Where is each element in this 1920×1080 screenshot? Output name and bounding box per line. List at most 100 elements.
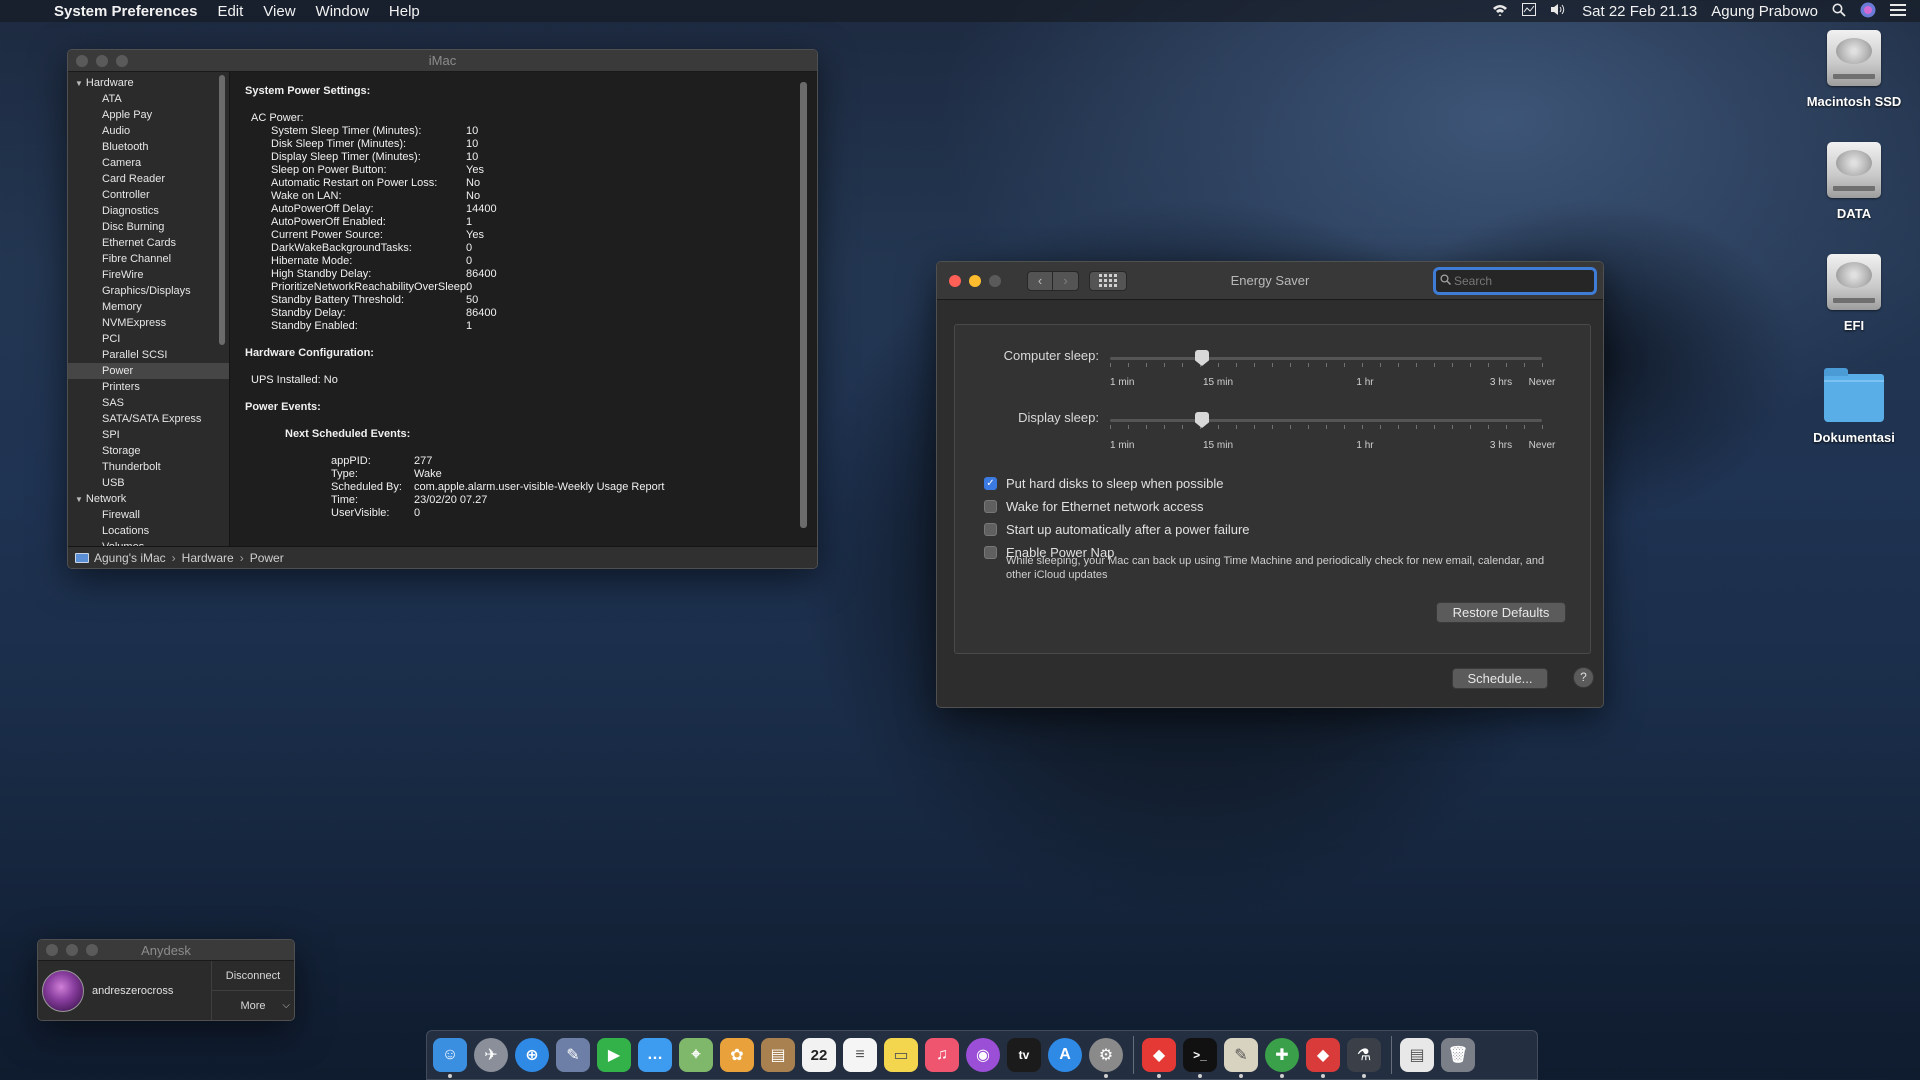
checkbox-box[interactable] (984, 500, 997, 513)
window-titlebar[interactable]: iMac (68, 50, 817, 72)
sidebar-item-thunderbolt[interactable]: Thunderbolt (68, 459, 229, 475)
sidebar-item-power[interactable]: Power (68, 363, 229, 379)
calendar-icon[interactable]: 22 (802, 1038, 836, 1072)
menu-edit[interactable]: Edit (217, 3, 243, 20)
auto-startup-checkbox[interactable]: Start up automatically after a power fai… (984, 518, 1250, 541)
sidebar-item-firewall[interactable]: Firewall (68, 507, 229, 523)
window-titlebar[interactable]: Anydesk (38, 940, 294, 961)
preview-icon[interactable]: ✎ (556, 1038, 590, 1072)
maps-icon[interactable]: ⌖ (679, 1038, 713, 1072)
disclosure-triangle-icon[interactable]: ▼ (75, 76, 83, 92)
zoom-button[interactable] (116, 54, 128, 67)
user-name[interactable]: Agung Prabowo (1711, 3, 1818, 20)
sidebar-item-sas[interactable]: SAS (68, 395, 229, 411)
disk-utility-icon[interactable]: ✚ (1265, 1038, 1299, 1078)
finder-icon[interactable]: ☺ (433, 1038, 467, 1078)
sidebar-item-graphics-displays[interactable]: Graphics/Displays (68, 283, 229, 299)
anydesk-icon[interactable]: ◆ (1142, 1038, 1176, 1078)
desktop-icon-macintosh-ssd[interactable]: Macintosh SSD (1784, 30, 1920, 109)
checkbox-box[interactable] (984, 546, 997, 559)
breadcrumb-item[interactable]: Power (250, 551, 284, 565)
sidebar-item-nvmexpress[interactable]: NVMExpress (68, 315, 229, 331)
reminders-icon[interactable]: ≡ (843, 1038, 877, 1072)
photos-icon[interactable]: ✿ (720, 1038, 754, 1072)
sidebar-item-usb[interactable]: USB (68, 475, 229, 491)
sidebar-item-ethernet-cards[interactable]: Ethernet Cards (68, 235, 229, 251)
tv-icon[interactable]: tv (1007, 1038, 1041, 1072)
hard-disk-sleep-checkbox[interactable]: ✓ Put hard disks to sleep when possible (984, 472, 1250, 495)
podcasts-icon[interactable]: ◉ (966, 1038, 1000, 1072)
activity-monitor-icon[interactable] (1522, 3, 1537, 19)
terminal-icon[interactable]: >_ (1183, 1038, 1217, 1078)
schedule-button[interactable]: Schedule... (1452, 668, 1548, 689)
menu-app-name[interactable]: System Preferences (54, 3, 197, 20)
sidebar-group-network[interactable]: ▼ Network (68, 491, 229, 507)
sidebar-item-disc-burning[interactable]: Disc Burning (68, 219, 229, 235)
sidebar-item-pci[interactable]: PCI (68, 331, 229, 347)
menu-help[interactable]: Help (389, 3, 420, 20)
minimize-button[interactable] (96, 54, 108, 67)
sidebar-item-controller[interactable]: Controller (68, 187, 229, 203)
clock-text[interactable]: Sat 22 Feb 21.13 (1582, 3, 1697, 20)
siri-icon[interactable] (1860, 2, 1876, 21)
slider-track[interactable] (1110, 357, 1542, 360)
minimize-button[interactable] (969, 274, 981, 287)
sidebar-item-firewire[interactable]: FireWire (68, 267, 229, 283)
music-icon[interactable]: ♫ (925, 1038, 959, 1072)
sidebar-item-audio[interactable]: Audio (68, 123, 229, 139)
restore-defaults-button[interactable]: Restore Defaults (1436, 602, 1566, 623)
sidebar-group-hardware[interactable]: ▼ Hardware (68, 75, 229, 91)
slider-track[interactable] (1110, 419, 1542, 422)
desktop-icon-dokumentasi[interactable]: Dokumentasi (1784, 366, 1920, 445)
zoom-button[interactable] (989, 274, 1001, 287)
sidebar-item-ata[interactable]: ATA (68, 91, 229, 107)
sidebar-item-parallel-scsi[interactable]: Parallel SCSI (68, 347, 229, 363)
messages-icon[interactable]: … (638, 1038, 672, 1072)
more-button[interactable]: More ⌵ (212, 990, 294, 1020)
wifi-icon[interactable] (1492, 3, 1508, 19)
breadcrumb-item[interactable]: Hardware (182, 551, 234, 565)
volume-icon[interactable] (1550, 3, 1568, 19)
sidebar-item-storage[interactable]: Storage (68, 443, 229, 459)
menu-window[interactable]: Window (316, 3, 369, 20)
disclosure-triangle-icon[interactable]: ▼ (75, 492, 83, 508)
close-button[interactable] (949, 274, 961, 287)
desktop-icon-data[interactable]: DATA (1784, 142, 1920, 221)
checkbox-box[interactable]: ✓ (984, 477, 997, 490)
back-button[interactable]: ‹ (1027, 270, 1053, 291)
notification-center-icon[interactable] (1890, 3, 1906, 19)
close-button[interactable] (46, 944, 58, 956)
breadcrumb-item[interactable]: Agung's iMac (94, 551, 166, 565)
system-preferences-icon[interactable]: ⚙ (1089, 1038, 1123, 1078)
app-store-icon[interactable]: A (1048, 1038, 1082, 1072)
sidebar-item-volumes[interactable]: Volumes (68, 539, 229, 546)
sidebar-item-apple-pay[interactable]: Apple Pay (68, 107, 229, 123)
sidebar-item-fibre-channel[interactable]: Fibre Channel (68, 251, 229, 267)
sidebar-item-spi[interactable]: SPI (68, 427, 229, 443)
search-field[interactable]: Search (1433, 267, 1597, 295)
trash-icon[interactable]: 🗑 (1441, 1038, 1475, 1072)
checkbox-box[interactable] (984, 523, 997, 536)
launchpad-icon[interactable]: ✈ (474, 1038, 508, 1072)
sidebar-item-printers[interactable]: Printers (68, 379, 229, 395)
documents-icon[interactable]: ▤ (1400, 1038, 1434, 1072)
sidebar-item-diagnostics[interactable]: Diagnostics (68, 203, 229, 219)
sidebar-item-sata-sata-express[interactable]: SATA/SATA Express (68, 411, 229, 427)
sidebar-item-card-reader[interactable]: Card Reader (68, 171, 229, 187)
sidebar-item-locations[interactable]: Locations (68, 523, 229, 539)
spotlight-search-icon[interactable] (1832, 3, 1846, 20)
sidebar-scrollbar[interactable] (219, 75, 225, 345)
disconnect-button[interactable]: Disconnect (212, 961, 294, 990)
window-titlebar[interactable]: ‹ › Energy Saver Search (937, 262, 1603, 300)
menu-view[interactable]: View (263, 3, 295, 20)
desktop-icon-efi[interactable]: EFI (1784, 254, 1920, 333)
facetime-icon[interactable]: ▶ (597, 1038, 631, 1072)
notes-brown-icon[interactable]: ▤ (761, 1038, 795, 1072)
help-button[interactable]: ? (1573, 667, 1594, 688)
close-button[interactable] (76, 54, 88, 67)
minimize-button[interactable] (66, 944, 78, 956)
forward-button[interactable]: › (1053, 270, 1079, 291)
wake-ethernet-checkbox[interactable]: Wake for Ethernet network access (984, 495, 1250, 518)
sidebar-item-camera[interactable]: Camera (68, 155, 229, 171)
script-editor-icon[interactable]: ✎ (1224, 1038, 1258, 1078)
